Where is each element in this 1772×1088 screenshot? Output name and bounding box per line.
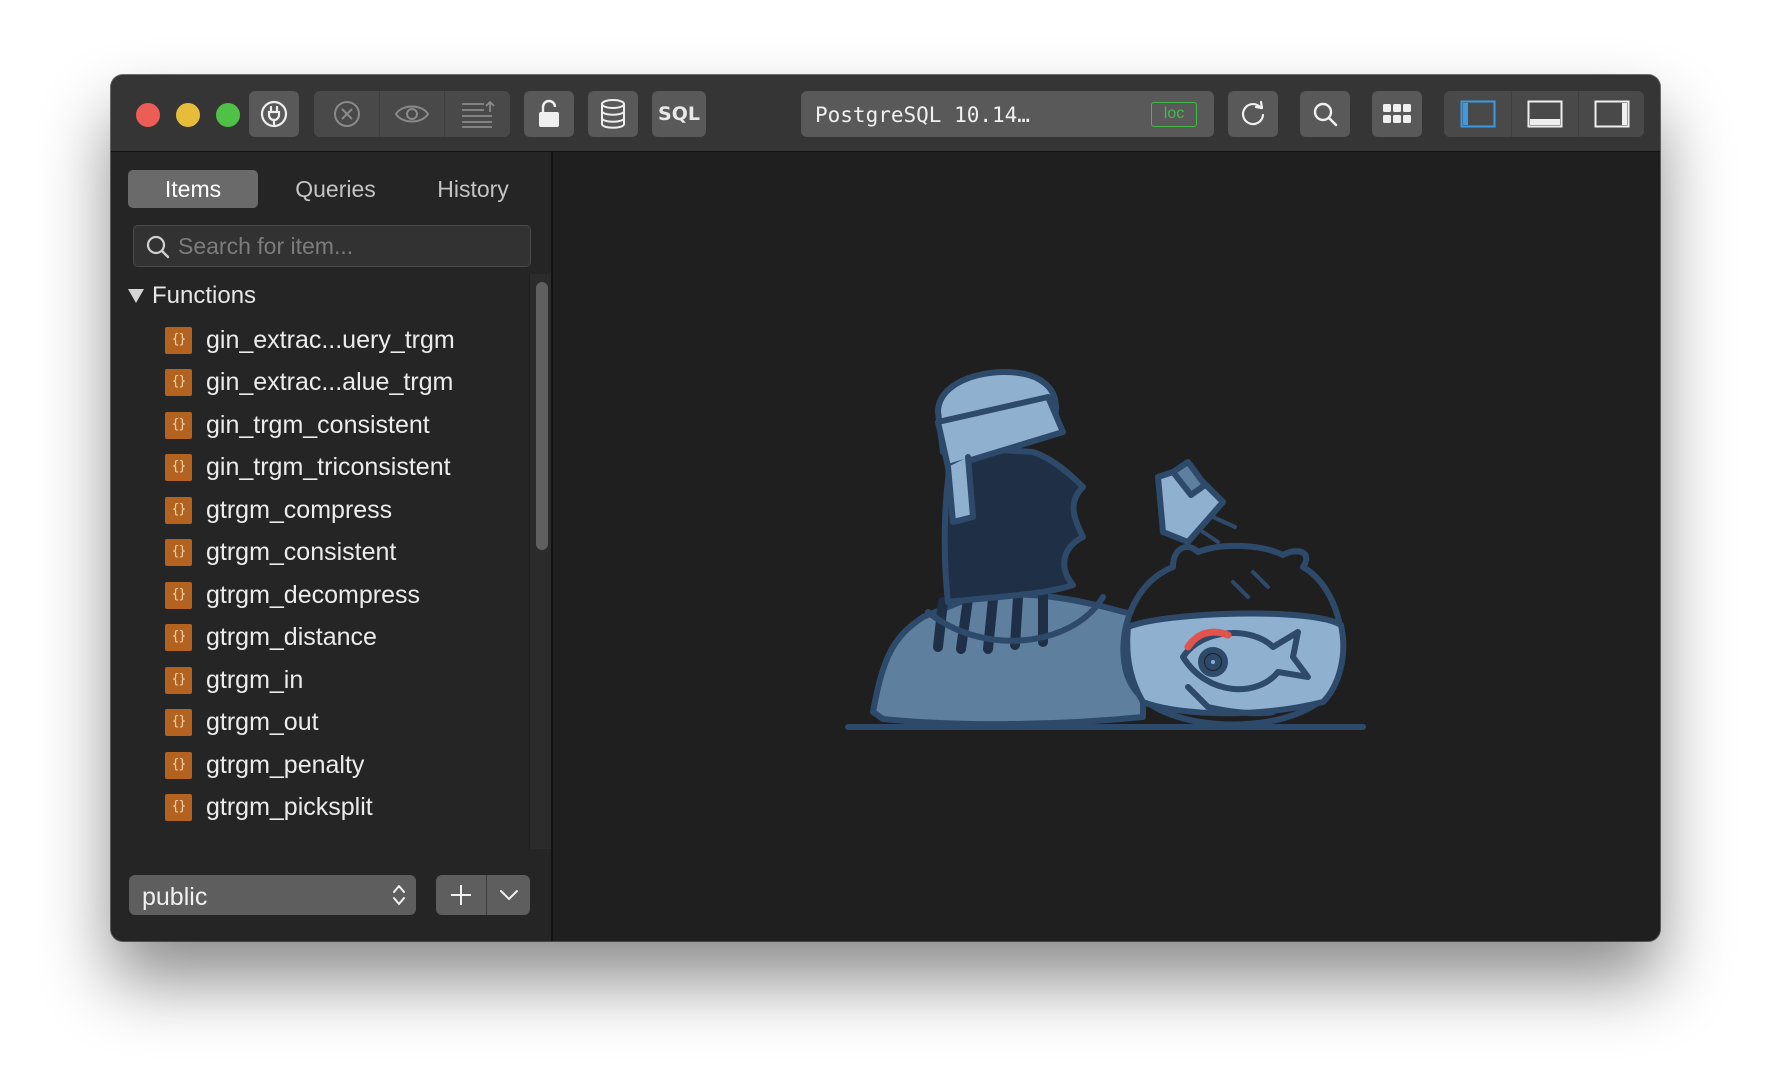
refresh-icon	[1241, 100, 1265, 126]
plus-icon	[451, 885, 471, 905]
function-icon: {}	[165, 751, 192, 779]
function-item[interactable]: {} gin_extrac...alue_trgm	[111, 361, 529, 405]
item-tree: Functions {} gin_extrac...uery_trgm {} gin_…	[111, 274, 529, 862]
main-content	[553, 152, 1660, 941]
close-window-button[interactable]	[136, 103, 160, 127]
function-item[interactable]: {} gin_trgm_consistent	[111, 403, 529, 447]
bottom-panel-icon	[1527, 100, 1563, 128]
disclosure-triangle-icon[interactable]	[128, 289, 144, 303]
toggle-left-panel-button[interactable]	[1444, 91, 1511, 137]
add-item-group	[436, 875, 530, 915]
left-panel-icon	[1460, 100, 1495, 128]
plug-icon	[260, 100, 288, 128]
preview-button[interactable]	[380, 91, 444, 137]
sidebar: Items Queries History Functions {} gin_ex…	[111, 152, 553, 941]
function-item[interactable]: {} gtrgm_picksplit	[111, 786, 529, 830]
function-icon: {}	[165, 369, 192, 396]
zoom-window-button[interactable]	[216, 103, 240, 127]
function-icon: {}	[165, 794, 192, 821]
function-label: gin_extrac...uery_trgm	[206, 325, 455, 354]
function-label: gtrgm_penalty	[206, 750, 365, 779]
function-label: gtrgm_decompress	[206, 580, 420, 609]
add-item-menu-button[interactable]	[487, 875, 530, 915]
function-icon: {}	[165, 411, 192, 439]
function-item[interactable]: {} gtrgm_decompress	[111, 573, 529, 617]
function-icon: {}	[165, 666, 192, 694]
minimize-window-button[interactable]	[176, 103, 200, 127]
toggle-right-panel-button[interactable]	[1579, 91, 1644, 137]
connection-info[interactable]: PostgreSQL 10.14… loc	[801, 91, 1214, 137]
search-icon	[146, 235, 170, 259]
app-window: SQL PostgreSQL 10.14… loc Items Queries …	[111, 75, 1660, 941]
up-down-arrows-icon	[393, 885, 405, 905]
search-button[interactable]	[1300, 91, 1350, 137]
elephant-with-fishbowl-illustration	[845, 369, 1366, 730]
function-label: gin_extrac...alue_trgm	[206, 368, 454, 396]
commit-changes-button[interactable]	[445, 91, 510, 137]
tab-items[interactable]: Items	[128, 170, 258, 208]
function-item[interactable]: {} gtrgm_in	[111, 658, 529, 702]
function-item[interactable]: {} gin_trgm_triconsistent	[111, 446, 529, 490]
grid-icon	[1383, 104, 1411, 123]
function-icon: {}	[165, 454, 192, 481]
function-icon: {}	[165, 709, 192, 736]
right-panel-icon	[1594, 100, 1629, 128]
database-icon	[601, 99, 625, 129]
sidebar-tabs: Items Queries History	[128, 170, 538, 208]
function-item[interactable]: {} gtrgm_penalty	[111, 743, 529, 787]
function-label: gin_trgm_consistent	[206, 410, 430, 439]
function-label: gtrgm_in	[206, 665, 304, 694]
group-label: Functions	[152, 282, 257, 309]
search-box	[133, 225, 531, 267]
lock-button[interactable]	[524, 91, 574, 137]
close-circle-icon	[333, 101, 360, 127]
chevron-down-icon	[499, 890, 518, 901]
function-icon: {}	[165, 326, 192, 354]
apps-button[interactable]	[1372, 91, 1422, 137]
refresh-button[interactable]	[1228, 91, 1278, 137]
function-label: gtrgm_out	[206, 708, 319, 736]
sql-editor-button[interactable]: SQL	[652, 91, 706, 137]
function-label: gtrgm_consistent	[206, 538, 397, 566]
stop-query-button[interactable]	[314, 91, 379, 137]
eye-icon	[394, 105, 430, 123]
schema-value: public	[142, 883, 208, 911]
function-label: gtrgm_compress	[206, 495, 393, 524]
search-icon	[1313, 102, 1338, 127]
function-icon: {}	[165, 539, 192, 566]
toolbar: SQL PostgreSQL 10.14… loc	[111, 75, 1660, 152]
add-item-button[interactable]	[436, 875, 486, 915]
function-item[interactable]: {} gtrgm_consistent	[111, 531, 529, 575]
function-item[interactable]: {} gtrgm_compress	[111, 488, 529, 532]
upload-lines-icon	[461, 100, 495, 128]
schema-select[interactable]: public	[129, 875, 416, 915]
lock-icon	[539, 99, 559, 127]
function-label: gtrgm_distance	[206, 623, 377, 651]
connection-button[interactable]	[249, 91, 299, 137]
functions-group[interactable]: Functions	[111, 274, 529, 318]
function-item[interactable]: {} gtrgm_distance	[111, 616, 529, 660]
toggle-bottom-panel-button[interactable]	[1512, 91, 1578, 137]
scrollbar[interactable]	[529, 274, 551, 849]
database-button[interactable]	[588, 91, 638, 137]
tab-history[interactable]: History	[408, 170, 538, 208]
function-label: gin_trgm_triconsistent	[206, 453, 451, 481]
tab-queries[interactable]: Queries	[268, 170, 403, 208]
function-label: gtrgm_picksplit	[206, 793, 373, 821]
function-item[interactable]: {} gtrgm_out	[111, 701, 529, 745]
function-icon: {}	[165, 496, 192, 524]
scrollbar-thumb[interactable]	[536, 282, 548, 550]
function-icon: {}	[165, 581, 192, 609]
function-item[interactable]: {} gin_extrac...uery_trgm	[111, 318, 529, 362]
connection-label: PostgreSQL 10.14…	[815, 103, 1030, 127]
environment-badge: loc	[1151, 102, 1197, 127]
sql-label: SQL	[658, 103, 700, 125]
search-input[interactable]	[178, 226, 518, 266]
function-icon: {}	[165, 624, 192, 651]
